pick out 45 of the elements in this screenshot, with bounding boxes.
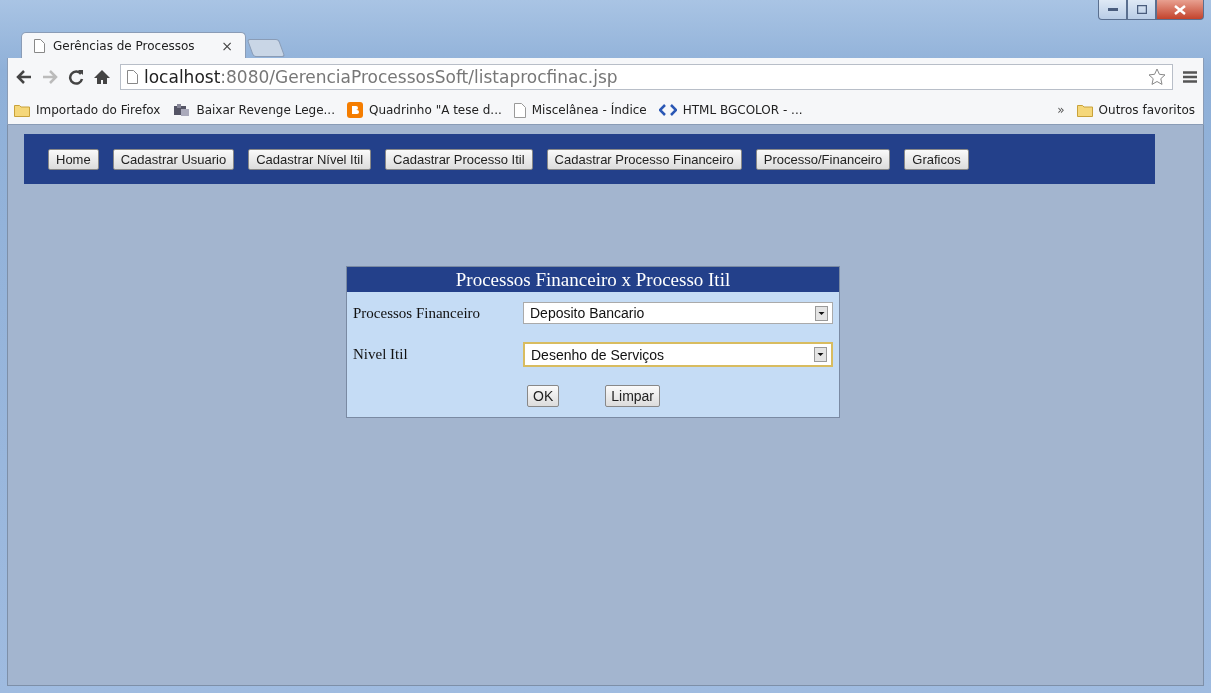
nav-button[interactable]: Cadastrar Nível Itil: [248, 148, 372, 170]
folder-icon: [1076, 103, 1093, 117]
minimize-icon: [1107, 7, 1118, 12]
close-icon: [1174, 4, 1186, 15]
url-text: localhost:8080/GerenciaProcessosSoft/listaprocfinac.jsp: [144, 67, 618, 87]
code-icon: [658, 104, 677, 116]
form-button[interactable]: OK: [527, 385, 560, 407]
address-bar[interactable]: localhost:8080/GerenciaProcessosSoft/listaprocfinac.jsp: [120, 64, 1173, 90]
bookmark[interactable]: Miscelânea - Índice: [513, 102, 647, 118]
nav-button[interactable]: Processo/Financeiro: [755, 148, 891, 170]
field-label: Nivel Itil: [353, 346, 409, 363]
nav-button[interactable]: Cadastrar Processo Financeiro: [546, 148, 742, 170]
back-arrow-icon[interactable]: [16, 70, 32, 84]
maximize-button[interactable]: [1127, 0, 1156, 20]
nav-button[interactable]: Home: [48, 148, 99, 170]
page-icon: [127, 70, 138, 84]
folder-icon: [14, 103, 30, 117]
page-icon: [513, 102, 526, 118]
blogger-icon: [346, 102, 363, 118]
tab-title: Gerências de Processos: [53, 38, 196, 53]
star-icon[interactable]: [1148, 68, 1166, 86]
browser-tab[interactable]: Gerências de Processos ×: [21, 32, 246, 58]
tab-close-button[interactable]: ×: [221, 37, 233, 54]
form-button[interactable]: Limpar: [605, 385, 661, 407]
form-title: Processos Financeiro x Processo Itil: [347, 267, 839, 292]
bookmark[interactable]: HTML BGCOLOR - ...: [658, 103, 803, 117]
maximize-icon: [1136, 5, 1147, 14]
field-label: Processos Financeiro: [353, 304, 482, 322]
app-icon: [172, 103, 191, 117]
nav-button[interactable]: Cadastrar Usuario: [112, 148, 235, 170]
bookmark[interactable]: Outros favoritos: [1076, 103, 1195, 117]
home-icon[interactable]: [94, 69, 110, 85]
bookmark[interactable]: Quadrinho "A tese d...: [346, 102, 502, 118]
page-icon: [34, 38, 45, 53]
reload-icon[interactable]: [68, 69, 84, 85]
bookmark[interactable]: Importado do Firefox: [14, 103, 161, 117]
dropdown[interactable]: Deposito Bancario: [523, 302, 833, 324]
minimize-button[interactable]: [1098, 0, 1127, 20]
menu-icon[interactable]: [1183, 71, 1197, 83]
bookmark[interactable]: Baixar Revenge Lege...: [172, 103, 335, 117]
close-button[interactable]: [1156, 0, 1204, 20]
nav-button[interactable]: Cadastrar Processo Itil: [385, 148, 533, 170]
nav-button[interactable]: Graficos: [904, 148, 969, 170]
dropdown[interactable]: Desenho de Serviços: [523, 342, 833, 367]
bookmarks-overflow[interactable]: »: [1057, 103, 1065, 117]
